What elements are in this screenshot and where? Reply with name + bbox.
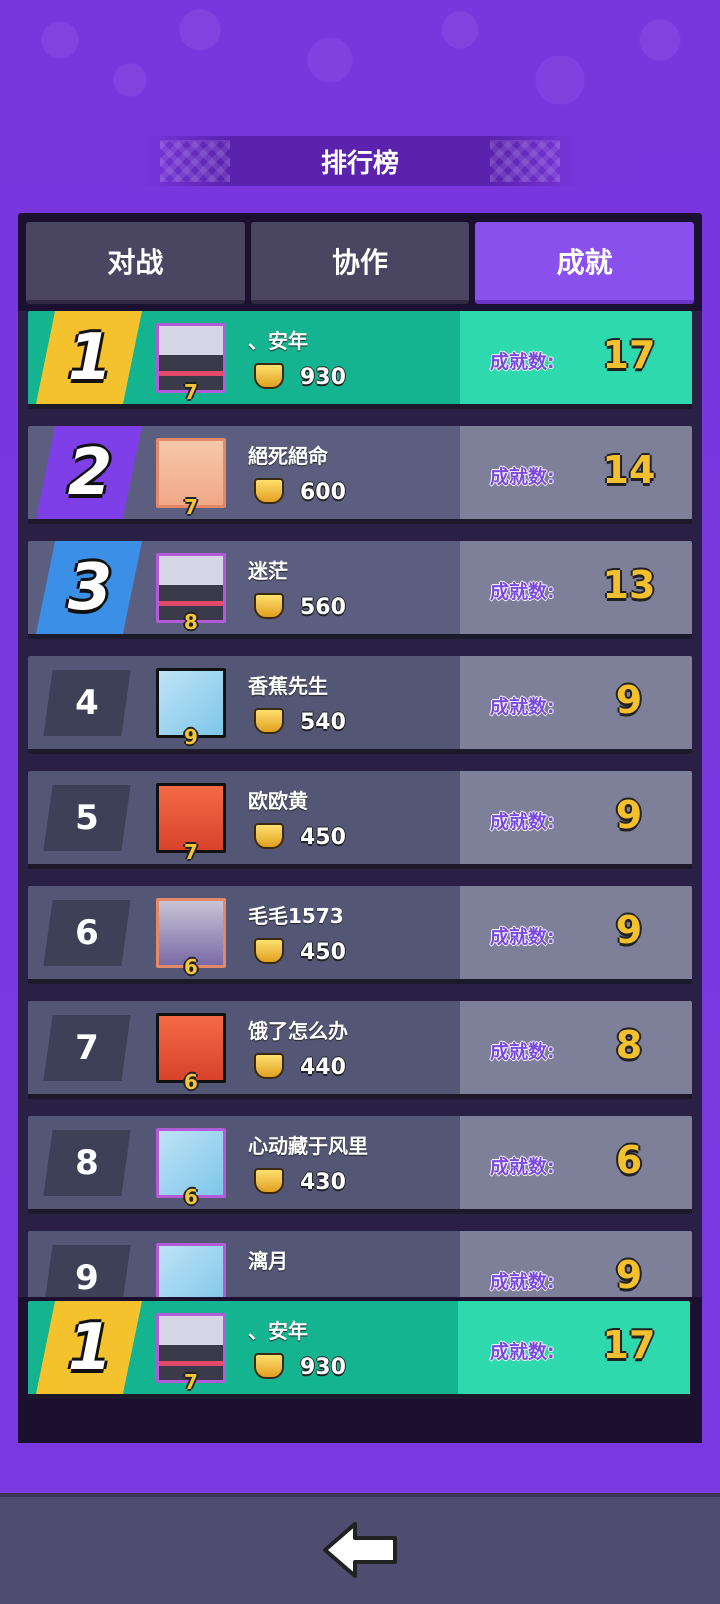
trophy-icon: [254, 823, 284, 849]
tab-battle[interactable]: 对战: [26, 222, 245, 304]
achievement-count: 17: [602, 1323, 656, 1367]
trophy-score: 540: [300, 710, 346, 735]
rank-number: 1: [67, 320, 113, 395]
rank-number: 8: [75, 1143, 99, 1183]
achievement-count: 9: [615, 678, 643, 722]
level-badge: 9: [184, 725, 198, 749]
trophy-score: 930: [300, 365, 346, 390]
achievement-label: 成就数:: [490, 351, 555, 373]
player-name: 絕死絕命: [248, 444, 328, 468]
tab-achievements[interactable]: 成就: [475, 222, 695, 304]
rank-number: 5: [75, 798, 99, 838]
list-item[interactable]: 6 6 毛毛1573 450 成就数: 9: [28, 886, 692, 984]
list-item[interactable]: 4 9 香蕉先生 540 成就数: 9: [28, 656, 692, 754]
trophy-icon: [254, 1353, 284, 1379]
level-badge: 6: [184, 1185, 198, 1209]
robot-avatar-icon[interactable]: 7: [156, 1313, 226, 1394]
achievement-count: 17: [602, 333, 656, 377]
leaderboard-panel: 对战 协作 成就 1 7 、安年 930 成就数: 17 2 7 絕死絕命 60…: [18, 213, 702, 1443]
level-badge: 8: [184, 610, 198, 634]
player-name: 、安年: [248, 1319, 308, 1343]
robot-avatar-icon[interactable]: 7: [156, 323, 226, 404]
level-badge: 7: [184, 840, 198, 864]
achievement-count: 9: [615, 1253, 643, 1297]
trophy-icon: [254, 478, 284, 504]
achievement-label: 成就数:: [490, 1041, 555, 1063]
achievement-label: 成就数:: [490, 1341, 555, 1363]
rank-number: 6: [75, 913, 99, 953]
trophy-score: 430: [300, 1170, 346, 1195]
tab-coop[interactable]: 协作: [250, 222, 470, 304]
page-title: 排行榜: [320, 148, 399, 179]
achievement-label: 成就数:: [490, 1271, 555, 1293]
trophy-score: 560: [300, 595, 346, 620]
rank-number: 4: [75, 683, 99, 723]
level-badge: 7: [184, 380, 198, 404]
robot-avatar-icon[interactable]: 8: [156, 553, 226, 634]
tab-bar: 对战 协作 成就: [26, 222, 695, 306]
banner-decoration: [490, 140, 560, 182]
list-item[interactable]: 5 7 欧欧黄 450 成就数: 9: [28, 771, 692, 869]
trophy-score: 930: [300, 1355, 346, 1380]
trophy-icon: [254, 938, 284, 964]
player-name: 漓月: [248, 1249, 288, 1273]
trophy-icon: [254, 363, 284, 389]
trophy-icon: [254, 1168, 284, 1194]
achievement-label: 成就数:: [490, 1156, 555, 1178]
back-button[interactable]: [316, 1515, 406, 1585]
player-name: 香蕉先生: [248, 674, 328, 698]
list-item[interactable]: 2 7 絕死絕命 600 成就数: 14: [28, 426, 692, 524]
achievement-count: 6: [615, 1138, 643, 1182]
trophy-icon: [254, 708, 284, 734]
trophy-icon: [254, 593, 284, 619]
my-rank-row[interactable]: 1 7 、安年 930 成就数: 17: [28, 1301, 690, 1399]
rank-number: 3: [67, 550, 113, 625]
trophy-score: 440: [300, 1055, 346, 1080]
achievement-label: 成就数:: [490, 466, 555, 488]
list-item[interactable]: 3 8 迷茫 560 成就数: 13: [28, 541, 692, 639]
level-badge: 6: [184, 955, 198, 979]
trophy-score: 450: [300, 825, 346, 850]
level-badge: 7: [184, 495, 198, 519]
achievement-count: 13: [602, 563, 656, 607]
rank-number: 2: [67, 435, 113, 510]
achievement-count: 9: [615, 793, 643, 837]
bottom-nav: [0, 1493, 720, 1604]
level-badge: 7: [184, 1370, 198, 1394]
player-name: 心动藏于风里: [248, 1134, 368, 1158]
rank-number: 1: [67, 1310, 113, 1385]
ranking-list[interactable]: 1 7 、安年 930 成就数: 17 2 7 絕死絕命 600 成就数: 14: [18, 311, 702, 1397]
trophy-score: 450: [300, 940, 346, 965]
player-name: 欧欧黄: [248, 789, 308, 813]
player-name: 迷茫: [248, 559, 288, 583]
grey-avatar-icon[interactable]: 6: [156, 898, 226, 979]
achievement-label: 成就数:: [490, 696, 555, 718]
level-badge: 6: [184, 1070, 198, 1094]
title-banner: 排行榜: [140, 136, 580, 186]
red-avatar-icon[interactable]: 6: [156, 1013, 226, 1094]
list-item[interactable]: 8 6 心动藏于风里 430 成就数: 6: [28, 1116, 692, 1214]
achievement-label: 成就数:: [490, 581, 555, 603]
ice-avatar-icon[interactable]: 6: [156, 1128, 226, 1209]
red-avatar-icon[interactable]: 7: [156, 783, 226, 864]
list-item[interactable]: 1 7 、安年 930 成就数: 17: [28, 311, 692, 409]
my-rank-area: 1 7 、安年 930 成就数: 17: [18, 1297, 702, 1443]
achievement-count: 9: [615, 908, 643, 952]
player-name: 毛毛1573: [248, 904, 344, 928]
trophy-icon: [254, 1053, 284, 1079]
achievement-count: 14: [602, 448, 656, 492]
list-item[interactable]: 7 6 饿了怎么办 440 成就数: 8: [28, 1001, 692, 1099]
girl-avatar-icon[interactable]: 7: [156, 438, 226, 519]
back-arrow-icon: [323, 1522, 397, 1578]
rank-number: 7: [75, 1028, 99, 1068]
ice-avatar-icon[interactable]: 9: [156, 668, 226, 749]
player-name: 、安年: [248, 329, 308, 353]
achievement-label: 成就数:: [490, 811, 555, 833]
banner-decoration: [160, 140, 230, 182]
trophy-score: 600: [300, 480, 346, 505]
player-name: 饿了怎么办: [248, 1019, 348, 1043]
achievement-count: 8: [615, 1023, 643, 1067]
achievement-label: 成就数:: [490, 926, 555, 948]
